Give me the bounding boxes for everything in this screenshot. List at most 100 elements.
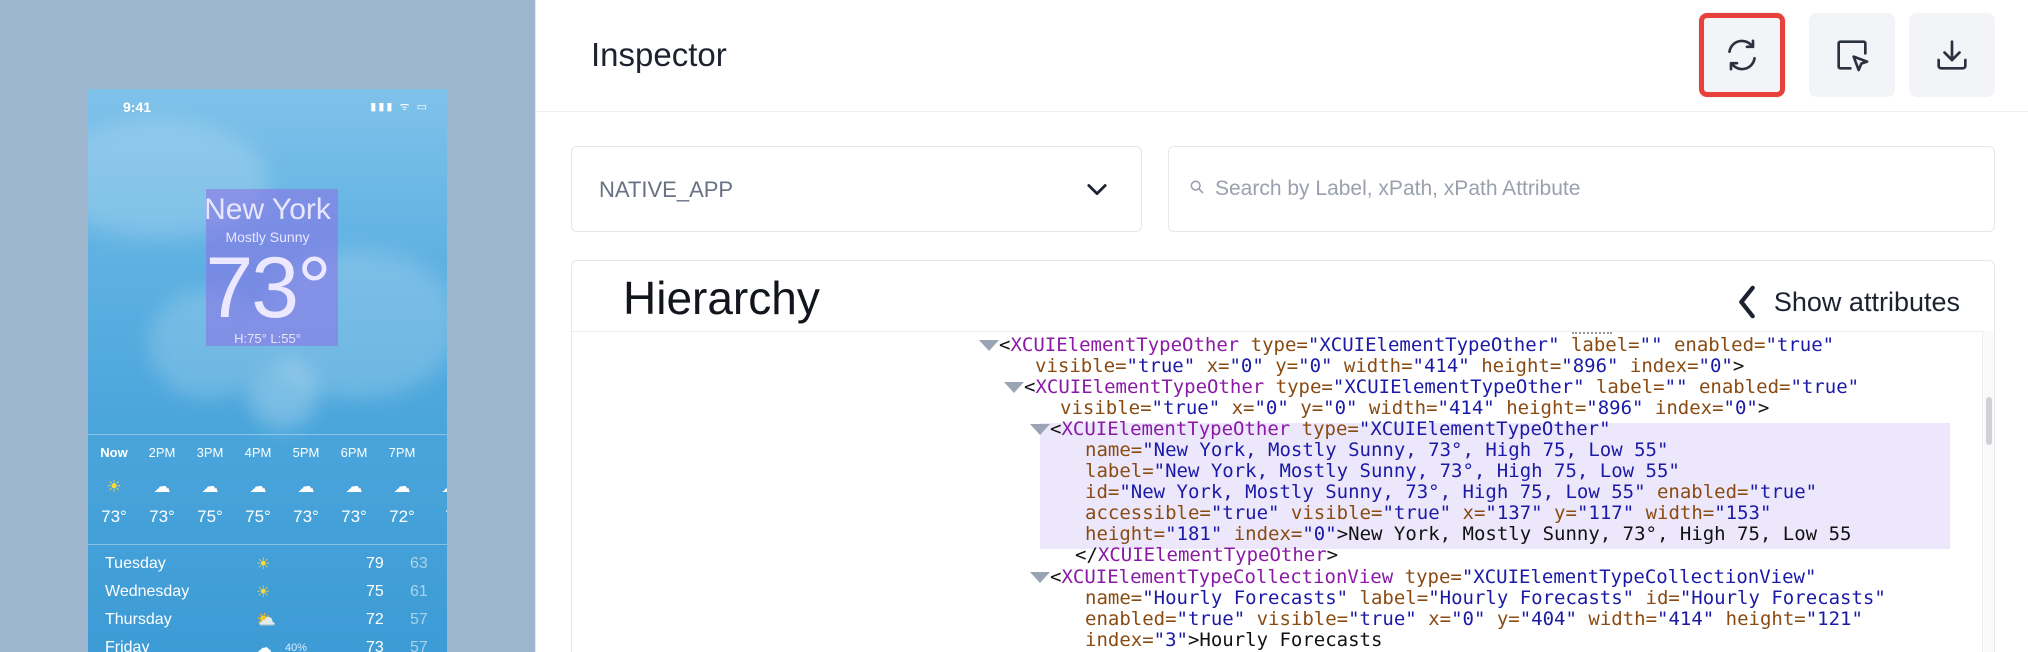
hour-temp: 75° <box>197 507 223 526</box>
refresh-icon <box>1728 39 1756 71</box>
hour-temp: 73° <box>149 507 175 526</box>
hour-label: 5PM <box>292 445 320 460</box>
hour-label: 7PM <box>388 445 416 460</box>
expand-toggle-icon[interactable] <box>1030 572 1050 583</box>
hourly-item: 2PM ☁ 73° <box>138 445 186 527</box>
download-icon <box>1937 40 1967 70</box>
hierarchy-tree[interactable]: <XCUIElementTypeOther type="XCUIElementT… <box>572 331 1984 652</box>
hierarchy-panel: Hierarchy Show attributes <XCUIElementTy… <box>571 260 1995 652</box>
search-input[interactable] <box>1215 169 1955 209</box>
day-name: Wednesday <box>105 583 190 600</box>
day-low: 63 <box>410 555 428 572</box>
show-attributes-button[interactable]: Show attributes <box>1736 277 1960 327</box>
hour-label: Now <box>100 445 128 460</box>
download-button[interactable] <box>1909 13 1995 97</box>
select-element-button[interactable] <box>1809 13 1895 97</box>
hour-label: 4PM <box>244 445 272 460</box>
selected-node-line: <XCUIElementTypeOther type="XCUIElementT… <box>1050 418 1611 440</box>
hourly-item: 6PM ☁ 73° <box>330 445 378 527</box>
hourly-item: 7PM ☁ 72° <box>378 445 426 527</box>
chevron-left-icon <box>1739 285 1755 319</box>
inspector-panel: Inspector NATIVE_APP Hierarchy <box>535 0 2028 652</box>
cloud-icon: ☁ <box>426 477 448 497</box>
selected-node-line: name="New York, Mostly Sunny, 73°, High … <box>1085 439 1669 461</box>
high-low: H:75° L:55° <box>234 331 301 346</box>
sun-icon: ☀ <box>256 556 271 573</box>
closing-tag-line: </XCUIElementTypeOther> <box>1075 544 1339 566</box>
show-attributes-label: Show attributes <box>1773 286 1960 317</box>
context-value: NATIVE_APP <box>599 177 734 202</box>
cloud-rain-icon: ☁ <box>256 640 272 652</box>
partly-cloudy-icon: ⛅ <box>256 612 276 629</box>
hour-temp: 73° <box>293 507 319 526</box>
daily-row: Wednesday ☀ 75 61 <box>88 580 447 608</box>
hourly-item: 5PM ☁ 73° <box>282 445 330 527</box>
daily-row: Thursday ⛅ 72 57 <box>88 608 447 636</box>
refresh-button[interactable] <box>1699 13 1785 97</box>
cloud-icon: ☁ <box>153 477 171 496</box>
hour-label: 2PM <box>148 445 176 460</box>
cloud-icon: ☁ <box>393 477 411 496</box>
day-name: Friday <box>105 639 150 652</box>
day-low: 61 <box>410 583 428 600</box>
cloud-icon: ☁ <box>345 477 363 496</box>
day-name: Thursday <box>105 611 172 628</box>
hour-label: 8 <box>426 445 447 461</box>
status-time: 9:41 <box>123 99 152 115</box>
day-low: 57 <box>410 639 428 652</box>
tree-node-line: visible="true" x="0" y="0" width="414" h… <box>1060 397 1770 419</box>
divider <box>88 434 447 435</box>
hierarchy-scrollbar[interactable] <box>1982 331 1994 652</box>
tree-node-line: index="3">Hourly Forecasts <box>1085 629 1383 651</box>
day-low: 57 <box>410 611 428 628</box>
sun-glare-decoration <box>248 359 318 429</box>
tree-node-line: name="Hourly Forecasts" label="Hourly Fo… <box>1085 587 1886 609</box>
hour-temp: 75° <box>245 507 271 526</box>
sun-icon: ☀ <box>256 584 271 601</box>
sun-icon: ☀ <box>106 477 122 496</box>
current-temperature: 73° <box>205 240 331 336</box>
day-high: 73 <box>366 639 384 652</box>
day-high: 79 <box>366 555 384 572</box>
daily-row: Friday ☁ 40% 73 57 <box>88 636 447 652</box>
divider <box>88 544 447 545</box>
day-name: Tuesday <box>105 555 166 572</box>
day-high: 75 <box>366 583 384 600</box>
cloud-icon: ☁ <box>249 477 267 496</box>
hour-temp: 7 <box>426 507 447 527</box>
hourly-item: Now ☀ 73° <box>90 445 138 527</box>
precip-chance: 40% <box>285 642 308 652</box>
tree-node-line: visible="true" x="0" y="0" width="414" h… <box>1035 355 1745 377</box>
selected-node-line: label="New York, Mostly Sunny, 73°, High… <box>1085 460 1680 482</box>
city-name: New York <box>204 193 331 226</box>
hour-temp: 72° <box>389 507 415 526</box>
hierarchy-title: Hierarchy <box>623 272 820 324</box>
search-icon <box>1190 180 1204 194</box>
selected-node-line: height="181" index="0">New York, Mostly … <box>1085 523 1852 545</box>
inspector-header: Inspector <box>536 0 2028 112</box>
hour-label: 3PM <box>196 445 224 460</box>
tree-node-line: <XCUIElementTypeCollectionView type="XCU… <box>1050 566 1817 588</box>
device-screen-pane: 9:41 ▮▮▮ ᯤ ▭ New York Mostly Sunny 73° H… <box>0 0 535 652</box>
hour-label: 6PM <box>340 445 368 460</box>
hourly-item: 4PM ☁ 75° <box>234 445 282 527</box>
chevron-down-icon <box>1087 184 1107 196</box>
selected-node-line: accessible="true" visible="true" x="137"… <box>1085 502 1772 524</box>
context-dropdown[interactable]: NATIVE_APP <box>571 146 1142 232</box>
cloud-icon: ☁ <box>201 477 219 496</box>
status-icons: ▮▮▮ ᯤ ▭ <box>370 101 429 113</box>
tree-node-line: <XCUIElementTypeOther type="XCUIElementT… <box>1024 376 1860 398</box>
page-title: Inspector <box>591 36 727 73</box>
day-high: 72 <box>366 611 384 628</box>
tree-node-line: enabled="true" visible="true" x="0" y="4… <box>1085 608 1863 630</box>
scrollbar-thumb[interactable] <box>1986 397 1992 445</box>
device-screenshot[interactable]: 9:41 ▮▮▮ ᯤ ▭ New York Mostly Sunny 73° H… <box>88 89 447 652</box>
hour-temp: 73° <box>341 507 367 526</box>
select-element-icon <box>1837 40 1869 72</box>
cloud-icon: ☁ <box>297 477 315 496</box>
expand-toggle-icon[interactable] <box>1030 424 1050 435</box>
expand-toggle-icon[interactable] <box>979 340 999 351</box>
hourly-item: 8 ☁ 7 <box>426 445 448 527</box>
search-field[interactable] <box>1168 146 1995 232</box>
expand-toggle-icon[interactable] <box>1004 382 1024 393</box>
